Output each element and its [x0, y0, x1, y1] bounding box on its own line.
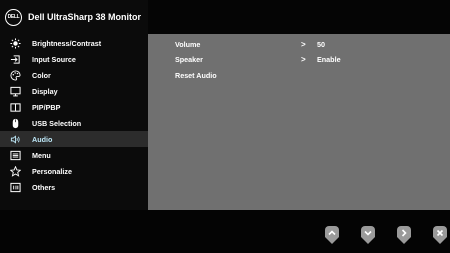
- reset-audio-label: Reset Audio: [175, 70, 217, 80]
- menu-item-color[interactable]: Color: [0, 67, 148, 83]
- menu-item-label: Personalize: [32, 166, 72, 176]
- menu-item-pip-pbp[interactable]: PIP/PBP: [0, 99, 148, 115]
- menu-item-input-source[interactable]: Input Source: [0, 51, 148, 67]
- nav-close-button[interactable]: [432, 225, 448, 245]
- nav-down-button[interactable]: [360, 225, 376, 245]
- menu-item-label: Input Source: [32, 54, 76, 64]
- menu-item-personalize[interactable]: Personalize: [0, 163, 148, 179]
- chevron-down-icon: [360, 225, 376, 245]
- navigation-bar: [0, 210, 450, 253]
- speaker-row[interactable]: Speaker > Enable: [175, 52, 435, 66]
- volume-row[interactable]: Volume > 50: [175, 37, 435, 51]
- monitor-osd: DELL Dell UltraSharp 38 Monitor Brightne…: [0, 0, 450, 253]
- menu-item-audio[interactable]: Audio: [0, 131, 148, 147]
- close-icon: [432, 225, 448, 245]
- menu-item-label: Display: [32, 86, 58, 96]
- nav-right-button[interactable]: [396, 225, 412, 245]
- monitor-title: Dell UltraSharp 38 Monitor: [28, 12, 142, 22]
- color-palette-icon: [9, 69, 21, 81]
- menu-item-others[interactable]: Others: [0, 179, 148, 195]
- menu-item-label: Color: [32, 70, 51, 80]
- reset-audio-row[interactable]: Reset Audio: [175, 68, 435, 82]
- chevron-right-icon: >: [301, 54, 306, 64]
- menu-item-brightness-contrast[interactable]: Brightness/Contrast: [0, 35, 148, 51]
- speaker-label: Speaker: [175, 54, 203, 64]
- menu-item-label: USB Selection: [32, 118, 82, 128]
- speaker-icon: [9, 133, 21, 145]
- speaker-value: Enable: [317, 54, 341, 64]
- display-icon: [9, 85, 21, 97]
- chevron-right-icon: >: [301, 39, 306, 49]
- dell-logo: DELL: [5, 8, 22, 26]
- menu-item-usb-selection[interactable]: USB Selection: [0, 115, 148, 131]
- audio-settings-panel: Volume > 50 Speaker > Enable Reset Audio: [148, 34, 450, 210]
- brightness-icon: [9, 37, 21, 49]
- nav-up-button[interactable]: [324, 225, 340, 245]
- chevron-right-icon: [396, 225, 412, 245]
- osd-main-menu: Brightness/Contrast Input Source Color D…: [0, 34, 148, 210]
- input-source-icon: [9, 53, 21, 65]
- star-icon: [9, 165, 21, 177]
- menu-item-display[interactable]: Display: [0, 83, 148, 99]
- volume-label: Volume: [175, 39, 201, 49]
- mouse-icon: [9, 117, 21, 129]
- menu-item-label: Others: [32, 182, 56, 192]
- others-icon: [9, 181, 21, 193]
- chevron-up-icon: [324, 225, 340, 245]
- menu-item-label: Menu: [32, 150, 51, 160]
- menu-item-label: Audio: [32, 134, 53, 144]
- menu-item-label: PIP/PBP: [32, 102, 61, 112]
- osd-header: DELL Dell UltraSharp 38 Monitor: [0, 0, 148, 34]
- menu-item-menu[interactable]: Menu: [0, 147, 148, 163]
- pip-pbp-icon: [9, 101, 21, 113]
- menu-icon: [9, 149, 21, 161]
- volume-value: 50: [317, 39, 325, 49]
- menu-item-label: Brightness/Contrast: [32, 38, 102, 48]
